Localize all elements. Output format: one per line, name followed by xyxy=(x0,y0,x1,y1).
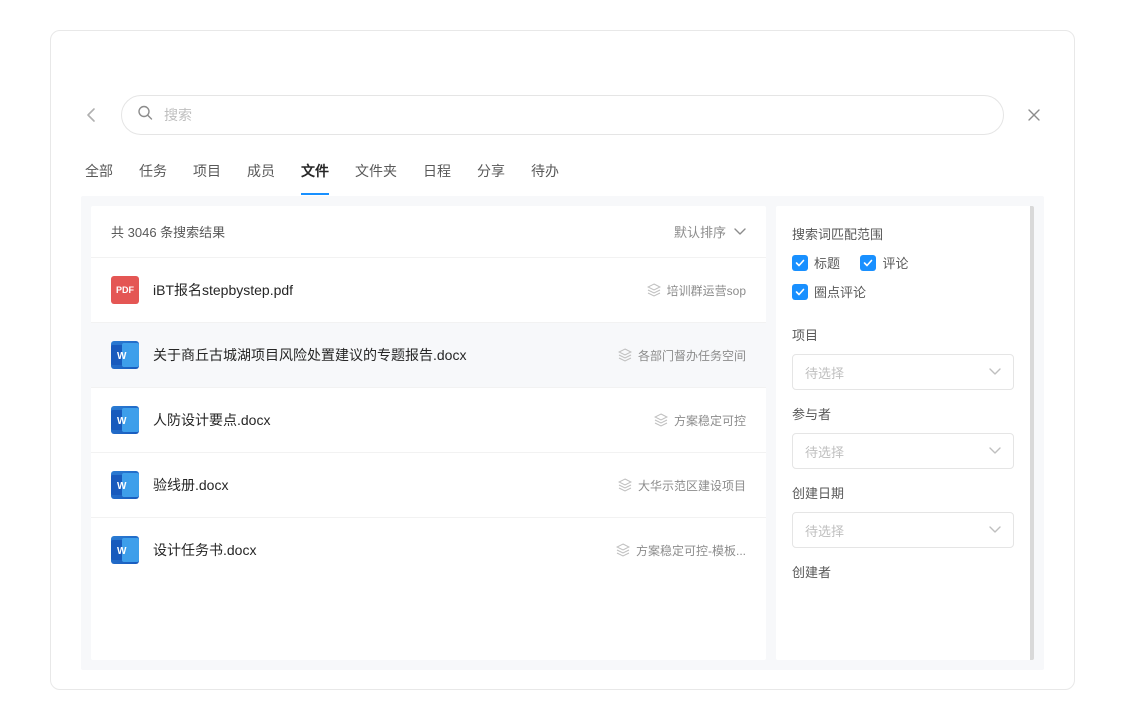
file-tag: 大华示范区建设项目 xyxy=(618,477,746,494)
back-button[interactable] xyxy=(81,105,101,125)
checkbox-checked-icon xyxy=(860,255,876,271)
svg-text:W: W xyxy=(117,351,127,362)
content: 共 3046 条搜索结果 默认排序 PDF iBT报名stepbystep.pd… xyxy=(81,196,1044,670)
filter-title: 创建者 xyxy=(792,562,1014,581)
sort-label: 默认排序 xyxy=(674,222,726,241)
filter-title: 创建日期 xyxy=(792,483,1014,502)
docx-icon: W xyxy=(111,406,139,434)
close-button[interactable] xyxy=(1024,105,1044,125)
created-date-select[interactable]: 待选择 xyxy=(792,512,1014,548)
search-icon xyxy=(137,105,153,126)
sort-dropdown[interactable]: 默认排序 xyxy=(674,222,746,241)
chevron-down-icon xyxy=(989,447,1001,455)
results-count: 共 3046 条搜索结果 xyxy=(111,222,225,241)
file-tag: 方案稳定可控 xyxy=(654,412,746,429)
project-select[interactable]: 待选择 xyxy=(792,354,1014,390)
layers-icon xyxy=(618,348,632,362)
checkbox-checked-icon xyxy=(792,255,808,271)
results-header: 共 3046 条搜索结果 默认排序 xyxy=(91,206,766,257)
svg-text:W: W xyxy=(117,416,127,427)
tab-folder[interactable]: 文件夹 xyxy=(355,161,397,195)
list-item[interactable]: W 人防设计要点.docx 方案稳定可控 xyxy=(91,387,766,452)
svg-text:W: W xyxy=(117,481,127,492)
scope-title: 搜索词匹配范围 xyxy=(792,224,1014,243)
results-list[interactable]: PDF iBT报名stepbystep.pdf 培训群运营sop W 关于商丘古… xyxy=(91,257,766,660)
tab-member[interactable]: 成员 xyxy=(247,161,275,195)
docx-icon: W xyxy=(111,341,139,369)
file-name: 设计任务书.docx xyxy=(153,540,602,560)
checkbox-title[interactable]: 标题 xyxy=(792,253,840,272)
svg-text:W: W xyxy=(117,546,127,557)
chevron-down-icon xyxy=(989,368,1001,376)
checkbox-comment[interactable]: 评论 xyxy=(860,253,908,272)
filters-panel: 搜索词匹配范围 标题 评论 圈点评论 项目 待选择 xyxy=(776,206,1034,660)
docx-icon: W xyxy=(111,471,139,499)
file-name: 验线册.docx xyxy=(153,475,604,495)
layers-icon xyxy=(647,283,661,297)
list-item[interactable]: W 关于商丘古城湖项目风险处置建议的专题报告.docx 各部门督办任务空间 xyxy=(91,322,766,387)
checkbox-circle-comment[interactable]: 圈点评论 xyxy=(792,282,866,301)
filter-created-date: 创建日期 待选择 xyxy=(792,483,1014,548)
filter-creator: 创建者 xyxy=(792,562,1014,581)
filter-title: 参与者 xyxy=(792,404,1014,423)
tab-todo[interactable]: 待办 xyxy=(531,161,559,195)
close-icon xyxy=(1026,107,1042,123)
tab-task[interactable]: 任务 xyxy=(139,161,167,195)
list-item[interactable]: W 设计任务书.docx 方案稳定可控-模板... xyxy=(91,517,766,582)
pdf-icon: PDF xyxy=(111,276,139,304)
scope-checkbox-row: 标题 评论 圈点评论 xyxy=(792,253,1014,311)
participant-select[interactable]: 待选择 xyxy=(792,433,1014,469)
layers-icon xyxy=(654,413,668,427)
search-wrap xyxy=(121,95,1004,135)
results-panel: 共 3046 条搜索结果 默认排序 PDF iBT报名stepbystep.pd… xyxy=(91,206,766,660)
chevron-left-icon xyxy=(86,107,96,123)
file-tag: 各部门督办任务空间 xyxy=(618,347,746,364)
layers-icon xyxy=(616,543,630,557)
docx-icon: W xyxy=(111,536,139,564)
file-name: 人防设计要点.docx xyxy=(153,410,640,430)
topbar xyxy=(81,95,1044,135)
file-name: 关于商丘古城湖项目风险处置建议的专题报告.docx xyxy=(153,345,604,365)
list-item[interactable]: W 验线册.docx 大华示范区建设项目 xyxy=(91,452,766,517)
file-tag: 培训群运营sop xyxy=(647,282,746,299)
file-tag: 方案稳定可控-模板... xyxy=(616,542,746,559)
tab-project[interactable]: 项目 xyxy=(193,161,221,195)
search-dialog: 全部 任务 项目 成员 文件 文件夹 日程 分享 待办 共 3046 条搜索结果… xyxy=(50,30,1075,690)
list-item[interactable]: PDF iBT报名stepbystep.pdf 培训群运营sop xyxy=(91,257,766,322)
tab-share[interactable]: 分享 xyxy=(477,161,505,195)
search-input[interactable] xyxy=(121,95,1004,135)
filter-project: 项目 待选择 xyxy=(792,325,1014,390)
filter-participant: 参与者 待选择 xyxy=(792,404,1014,469)
checkbox-checked-icon xyxy=(792,284,808,300)
tab-file[interactable]: 文件 xyxy=(301,161,329,195)
chevron-down-icon xyxy=(734,228,746,236)
layers-icon xyxy=(618,478,632,492)
tab-all[interactable]: 全部 xyxy=(85,161,113,195)
filter-title: 项目 xyxy=(792,325,1014,344)
tab-schedule[interactable]: 日程 xyxy=(423,161,451,195)
chevron-down-icon xyxy=(989,526,1001,534)
file-name: iBT报名stepbystep.pdf xyxy=(153,280,633,300)
tabs: 全部 任务 项目 成员 文件 文件夹 日程 分享 待办 xyxy=(81,161,1044,196)
